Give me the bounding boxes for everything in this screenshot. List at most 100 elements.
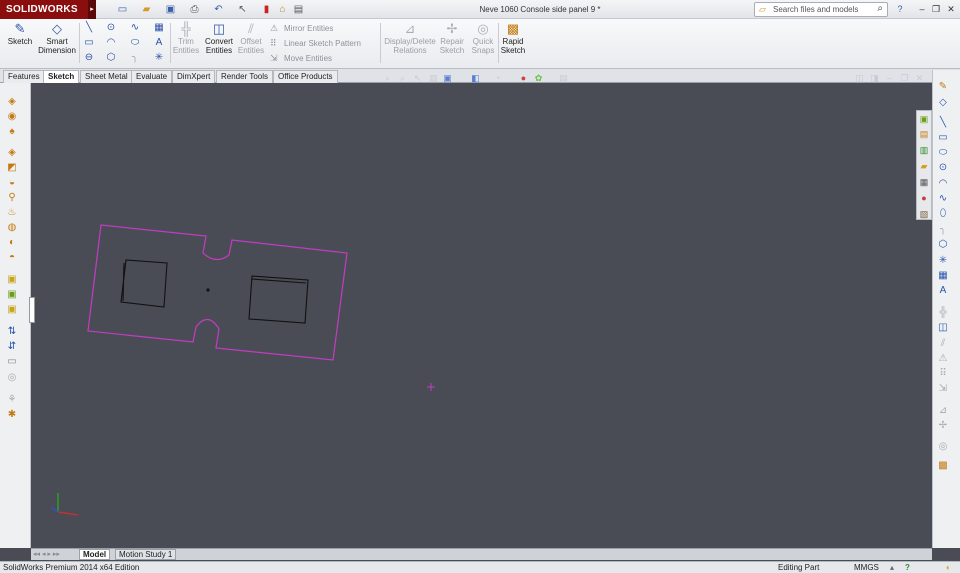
section-view-icon[interactable]: ▥ <box>428 73 439 84</box>
search-box[interactable]: ▱ Search files and models ⌕ <box>754 2 888 17</box>
rectangle-icon[interactable]: ▭ <box>83 37 95 49</box>
mirror-feature-icon[interactable]: ▭ <box>5 355 19 369</box>
viewport-close-icon[interactable]: ✕ <box>914 73 925 84</box>
sketch-picture-icon[interactable]: ▦ <box>153 22 165 34</box>
file-properties-icon[interactable]: ⌂ <box>276 3 289 16</box>
undo-icon[interactable]: ↶ <box>212 3 225 16</box>
offset-entities-button[interactable]: ⫽ Offset Entities <box>236 21 266 65</box>
mirror-entities-button[interactable]: ⚠ Mirror Entities <box>270 22 375 35</box>
zoom-area-icon[interactable]: ⌕ <box>397 73 408 84</box>
swept-boss-icon[interactable]: ♠ <box>5 125 19 139</box>
zoom-to-fit-icon[interactable]: ⌕ <box>382 73 393 84</box>
move-tool-icon[interactable]: ⇲ <box>936 382 950 396</box>
chamfer-icon[interactable]: ◓ <box>5 251 19 265</box>
folder-icon[interactable]: ▰ <box>918 160 930 173</box>
tab-evaluate[interactable]: Evaluate <box>131 70 173 83</box>
tab-model[interactable]: Model <box>79 549 111 560</box>
solidworks-resources-icon[interactable]: ▣ <box>918 113 930 126</box>
minimize-icon[interactable]: – <box>916 2 928 16</box>
search-input[interactable]: Search files and models <box>773 3 858 17</box>
previous-view-icon[interactable]: ↖ <box>412 73 423 84</box>
repair-tool-icon[interactable]: ✢ <box>936 419 950 433</box>
sketch-tool-icon[interactable]: ✎ <box>936 80 950 94</box>
line-icon[interactable]: ╲ <box>83 22 95 34</box>
line-tool-icon[interactable]: ╲ <box>936 116 950 130</box>
revolved-cut-icon[interactable]: ◒ <box>5 176 19 190</box>
spline-icon[interactable]: ∿ <box>129 22 141 34</box>
dimension-tool-icon[interactable]: ◇ <box>936 96 950 110</box>
lofted-cut-icon[interactable]: ♨ <box>5 206 19 220</box>
viewport-split-icon[interactable]: ◫ <box>854 73 865 84</box>
trim-tool-icon[interactable]: ╬ <box>936 306 950 320</box>
move-entities-button[interactable]: ⇲ Move Entities <box>270 52 360 65</box>
new-document-icon[interactable]: ▭ <box>116 3 129 16</box>
convert-tool-icon[interactable]: ◫ <box>936 321 950 335</box>
open-folder-icon[interactable]: ▰ <box>140 3 153 16</box>
rapid-sketch-button[interactable]: ▩ Rapid Sketch <box>500 21 526 65</box>
polygon-icon[interactable]: ⬡ <box>105 52 117 64</box>
draft-icon[interactable]: ▣ <box>5 288 19 302</box>
centerline-tool-icon[interactable]: ▦ <box>936 269 950 283</box>
offset-tool-icon[interactable]: ⫽ <box>936 337 950 351</box>
graphics-area[interactable] <box>31 83 932 548</box>
curves-icon[interactable]: ✱ <box>5 408 19 422</box>
extruded-cut-icon[interactable]: ◈ <box>5 146 19 160</box>
search-icon[interactable]: ⌕ <box>877 3 883 14</box>
print-icon[interactable]: ⎙ <box>188 3 201 16</box>
reference-geometry-icon[interactable]: ⚘ <box>5 393 19 407</box>
circle-icon[interactable]: ⊙ <box>105 22 117 34</box>
close-icon[interactable]: ✕ <box>945 2 957 16</box>
fillet-icon[interactable]: ╮ <box>129 52 141 64</box>
smart-dimension-button[interactable]: ◇ Smart Dimension <box>36 21 78 65</box>
rapid-sketch-tool-icon[interactable]: ▩ <box>936 459 950 473</box>
file-explorer-icon[interactable]: ▥ <box>918 144 930 157</box>
sketch-button[interactable]: ✎ Sketch <box>4 21 36 65</box>
circular-pattern-icon[interactable]: ⇵ <box>5 340 19 354</box>
quick-snaps-button[interactable]: ◎ Quick Snaps <box>469 21 497 65</box>
linear-pattern-feature-icon[interactable]: ⇅ <box>5 325 19 339</box>
toolbar-expand-handle[interactable] <box>29 297 35 323</box>
viewport-restore-icon[interactable]: ❐ <box>899 73 910 84</box>
units-arrow-icon[interactable]: ▴ <box>890 562 894 573</box>
arc-icon[interactable]: ◠ <box>105 37 117 49</box>
hide-show-icon[interactable]: ◔ <box>492 73 503 84</box>
rebuild-status-icon[interactable]: ◐ <box>946 562 951 573</box>
tab-motion-study[interactable]: Motion Study 1 <box>115 549 177 560</box>
edit-appearance-icon[interactable]: ● <box>518 73 529 84</box>
viewport-minimize-icon[interactable]: – <box>884 73 895 84</box>
text-tool-icon[interactable]: A <box>936 284 950 298</box>
point-icon[interactable]: ✳ <box>153 52 165 64</box>
mirror-tool-icon[interactable]: ⚠ <box>936 352 950 366</box>
tab-scroll-arrows-icon[interactable]: ◂◂ ◂ ▸ ▸▸ <box>33 550 73 559</box>
appearances-icon[interactable]: ● <box>918 192 930 205</box>
view-orientation-icon[interactable]: ▣ <box>442 73 453 84</box>
tab-office-products[interactable]: Office Products <box>273 70 338 83</box>
ellipse-icon[interactable]: ⬭ <box>129 37 141 49</box>
fillet-feature-icon[interactable]: ◐ <box>5 236 19 250</box>
rebuild-icon[interactable]: ▮ <box>260 3 273 16</box>
relations-tool-icon[interactable]: ⊿ <box>936 404 950 418</box>
revolved-boss-icon[interactable]: ◉ <box>5 110 19 124</box>
view-settings-icon[interactable]: ▤ <box>558 73 569 84</box>
wrap-icon[interactable]: ◎ <box>5 371 19 385</box>
ellipse-tool-icon[interactable]: ⬯ <box>936 207 950 221</box>
options-icon[interactable]: ▤ <box>292 3 305 16</box>
restore-icon[interactable]: ❐ <box>930 2 942 16</box>
shell-icon[interactable]: ▣ <box>5 303 19 317</box>
linear-pattern-button[interactable]: ⠿ Linear Sketch Pattern <box>270 37 378 50</box>
text-icon[interactable]: A <box>153 37 165 49</box>
tab-features[interactable]: Features <box>3 70 45 83</box>
units-text[interactable]: MMGS <box>854 562 879 573</box>
tab-render-tools[interactable]: Render Tools <box>216 70 273 83</box>
point-tool-icon[interactable]: ✳ <box>936 254 950 268</box>
display-style-icon[interactable]: ◧ <box>470 73 481 84</box>
help-status-icon[interactable]: ? <box>905 562 910 573</box>
pattern-tool-icon[interactable]: ⠿ <box>936 367 950 381</box>
view-palette-icon[interactable]: ▦ <box>918 176 930 189</box>
fillet-tool-icon[interactable]: ╮ <box>936 223 950 237</box>
design-library-icon[interactable]: ▤ <box>918 128 930 141</box>
slot-tool-icon[interactable]: ⬭ <box>936 146 950 160</box>
rectangle-tool-icon[interactable]: ▭ <box>936 131 950 145</box>
save-icon[interactable]: ▣ <box>164 3 177 16</box>
snaps-tool-icon[interactable]: ◎ <box>936 440 950 454</box>
